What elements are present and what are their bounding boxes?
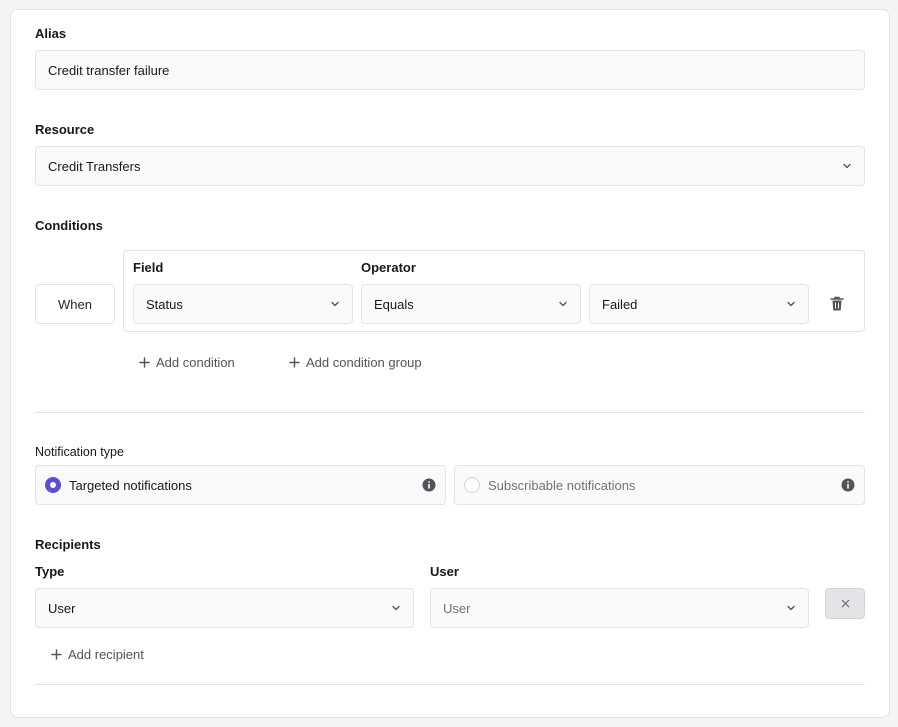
- subscribable-notifications-label: Subscribable notifications: [488, 477, 636, 493]
- bottom-divider: [35, 684, 865, 685]
- value-select[interactable]: Failed: [589, 284, 809, 324]
- subscribable-notifications-option[interactable]: Subscribable notifications: [454, 465, 865, 505]
- notification-type-label: Notification type: [35, 445, 124, 459]
- notification-rule-form: Alias Credit transfer failure Resource C…: [10, 9, 890, 718]
- field-select[interactable]: Status: [133, 284, 353, 324]
- radio-selected[interactable]: [45, 477, 61, 493]
- field-label: Field: [133, 260, 164, 275]
- add-condition-group-label: Add condition group: [306, 355, 422, 370]
- add-recipient-button[interactable]: Add recipient: [51, 647, 144, 662]
- recipient-user-placeholder: User: [443, 600, 471, 616]
- recipient-user-select[interactable]: User: [430, 588, 809, 628]
- targeted-notifications-option[interactable]: Targeted notifications: [35, 465, 446, 505]
- resource-select[interactable]: Credit Transfers: [35, 146, 865, 186]
- value-value: Failed: [602, 296, 638, 312]
- trash-icon[interactable]: [830, 296, 844, 312]
- chevron-down-icon: [787, 301, 795, 307]
- recipients-label: Recipients: [35, 537, 101, 552]
- operator-value: Equals: [374, 296, 414, 312]
- add-condition-button[interactable]: Add condition: [139, 355, 235, 370]
- recipient-user-label: User: [430, 564, 459, 579]
- remove-recipient-button[interactable]: [825, 588, 865, 619]
- field-value: Status: [146, 296, 183, 312]
- alias-label: Alias: [35, 26, 67, 41]
- section-divider: [35, 412, 865, 413]
- add-condition-label: Add condition: [156, 355, 235, 370]
- targeted-notifications-label: Targeted notifications: [69, 477, 192, 493]
- recipient-type-select[interactable]: User: [35, 588, 414, 628]
- plus-icon: [51, 649, 62, 660]
- radio-unselected[interactable]: [464, 477, 480, 493]
- chevron-down-icon: [331, 301, 339, 307]
- close-icon: [841, 599, 849, 608]
- when-operator-box: When: [35, 284, 115, 324]
- resource-value: Credit Transfers: [48, 158, 141, 174]
- operator-select[interactable]: Equals: [361, 284, 581, 324]
- condition-row: Field Operator Status Equals Failed: [123, 250, 865, 332]
- recipient-type-value: User: [48, 600, 76, 616]
- add-condition-group-button[interactable]: Add condition group: [289, 355, 422, 370]
- when-label: When: [58, 296, 92, 312]
- operator-label: Operator: [361, 260, 416, 275]
- info-icon[interactable]: [422, 478, 436, 492]
- chevron-down-icon: [559, 301, 567, 307]
- alias-input[interactable]: Credit transfer failure: [35, 50, 865, 90]
- chevron-down-icon: [392, 605, 400, 611]
- plus-icon: [289, 357, 300, 368]
- info-icon[interactable]: [841, 478, 855, 492]
- conditions-label: Conditions: [35, 218, 103, 233]
- resource-label: Resource: [35, 122, 95, 137]
- chevron-down-icon: [787, 605, 795, 611]
- alias-value: Credit transfer failure: [48, 62, 170, 78]
- chevron-down-icon: [843, 163, 851, 169]
- plus-icon: [139, 357, 150, 368]
- recipient-type-label: Type: [35, 564, 65, 579]
- add-recipient-label: Add recipient: [68, 647, 144, 662]
